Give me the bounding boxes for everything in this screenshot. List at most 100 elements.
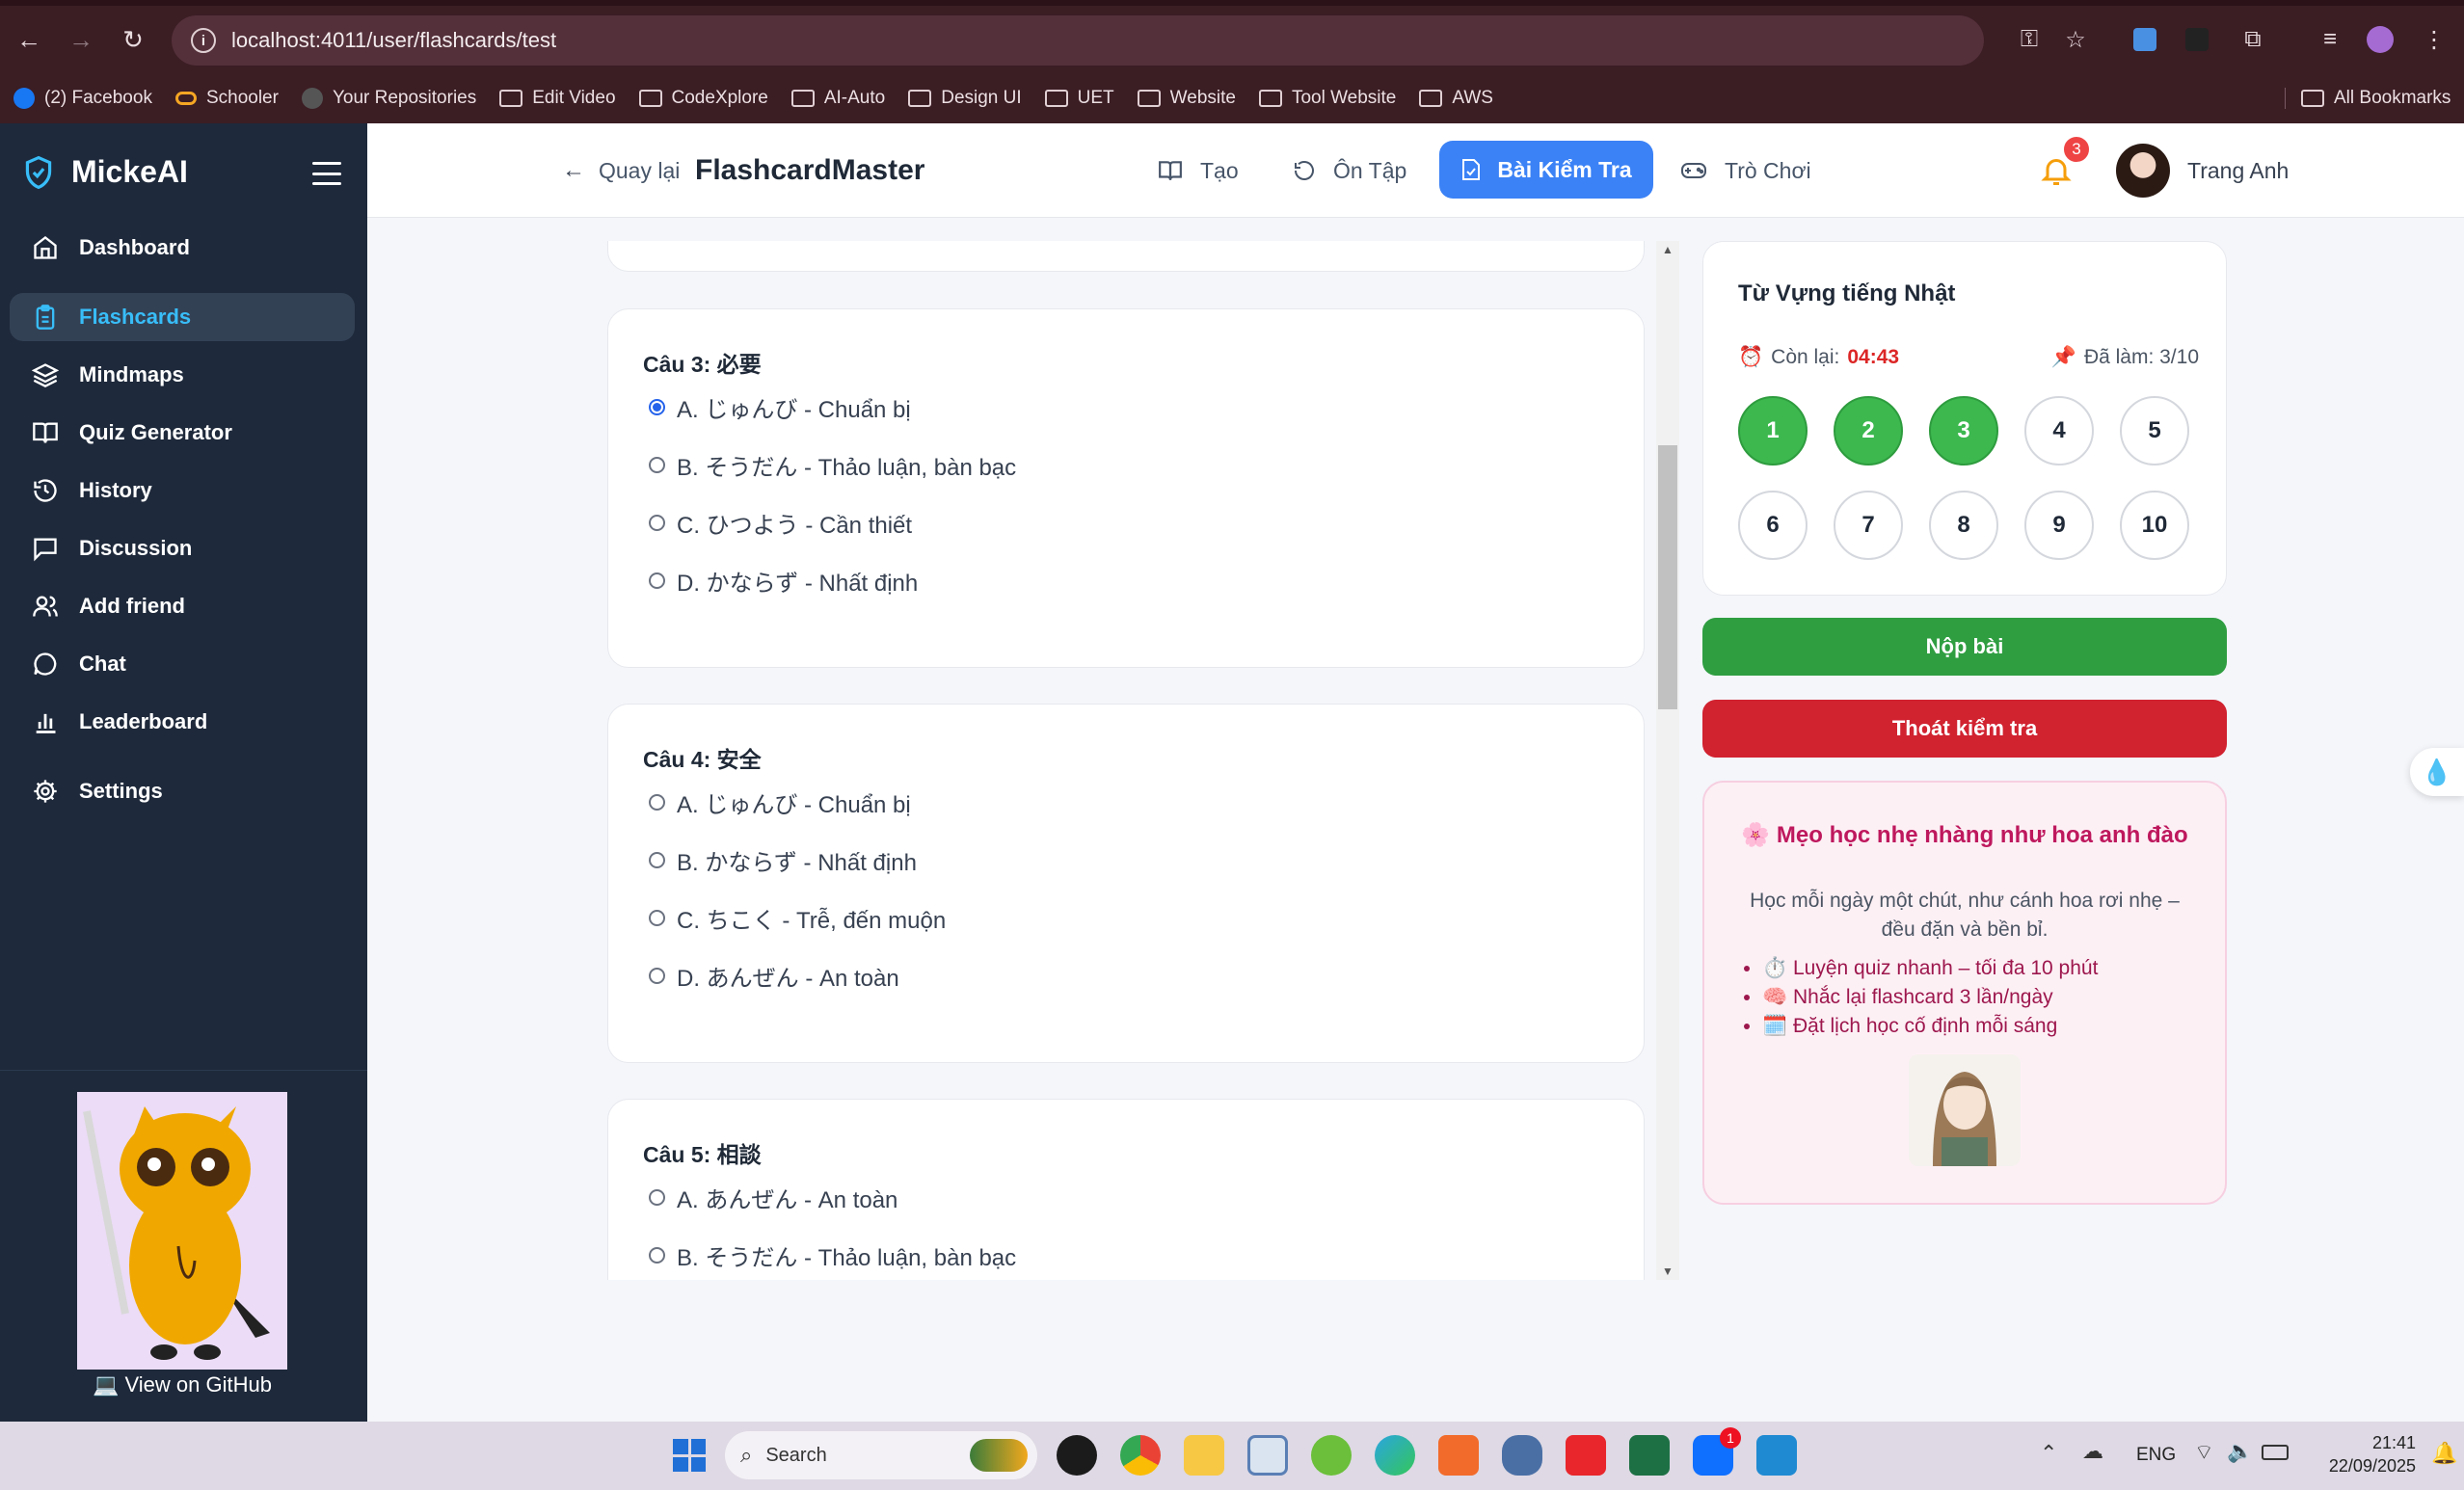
answer-option-c[interactable]: C. ちこく - Trễ, đến muộn — [649, 901, 946, 935]
app-icon[interactable] — [1311, 1435, 1352, 1476]
exit-test-button[interactable]: Thoát kiểm tra — [1702, 700, 2227, 758]
bookmark-folder[interactable]: Tool Website — [1258, 88, 1396, 109]
chevron-up-icon[interactable]: ⌃ — [2040, 1441, 2057, 1466]
sidebar-item-discussion[interactable]: Discussion — [10, 524, 355, 572]
media-control-icon[interactable]: ≡ — [2314, 23, 2346, 56]
zalo-icon[interactable]: 1 — [1693, 1427, 1741, 1476]
sidebar-item-history[interactable]: History — [10, 466, 355, 515]
answer-option-d[interactable]: D. かならず - Nhất định — [649, 564, 918, 598]
answer-option-c[interactable]: C. ひつよう - Cần thiết — [649, 506, 912, 540]
mascot-image[interactable] — [77, 1092, 287, 1370]
profile-avatar-icon[interactable] — [2364, 23, 2397, 56]
excel-icon[interactable] — [1629, 1435, 1670, 1476]
answer-option-a[interactable]: A. じゅんび - Chuẩn bị — [649, 785, 911, 819]
brand-logo[interactable]: MickeAI — [23, 154, 188, 190]
hamburger-menu-icon[interactable] — [312, 162, 341, 185]
postgres-icon[interactable] — [1502, 1435, 1542, 1476]
chrome-icon[interactable] — [1120, 1435, 1161, 1476]
sidebar-item-chat[interactable]: Chat — [10, 640, 355, 688]
bookmark-folder[interactable]: Design UI — [908, 88, 1022, 109]
vscode-icon[interactable] — [1756, 1435, 1797, 1476]
radio[interactable] — [649, 515, 665, 531]
radio-selected[interactable] — [649, 399, 665, 415]
answer-option-b[interactable]: B. そうだん - Thảo luận, bàn bạc — [649, 448, 1016, 482]
sidebar-item-mindmaps[interactable]: Mindmaps — [10, 351, 355, 399]
radio[interactable] — [649, 457, 665, 473]
radio[interactable] — [649, 794, 665, 811]
bookmark-folder[interactable]: AWS — [1419, 88, 1493, 109]
radio[interactable] — [649, 1247, 665, 1264]
github-link[interactable]: 💻 View on GitHub — [93, 1372, 272, 1397]
all-bookmarks[interactable]: All Bookmarks — [2285, 88, 2451, 109]
address-bar[interactable]: i localhost:4011/user/flashcards/test — [172, 15, 1984, 66]
sidebar-item-add-friend[interactable]: Add friend — [10, 582, 355, 630]
battery-icon[interactable] — [2262, 1445, 2289, 1460]
scrollbar-track[interactable]: ▲ ▼ — [1656, 241, 1679, 1280]
submit-button[interactable]: Nộp bài — [1702, 618, 2227, 676]
bookmark-folder[interactable]: Edit Video — [499, 88, 616, 109]
answer-option-a[interactable]: A. あんぜん - An toàn — [649, 1181, 897, 1214]
bookmark-folder[interactable]: AI-Auto — [790, 88, 885, 109]
extension-drop-icon[interactable] — [2129, 23, 2161, 56]
taskbar-search[interactable]: ⌕ Search — [725, 1431, 1037, 1479]
question-nav-2[interactable]: 2 — [1834, 396, 1903, 466]
star-icon[interactable]: ☆ — [2059, 23, 2092, 56]
key-icon[interactable]: ⚿ — [2013, 23, 2046, 56]
scrollbar-thumb[interactable] — [1658, 445, 1677, 709]
answer-option-b[interactable]: B. そうだん - Thảo luận, bàn bạc — [649, 1238, 1016, 1272]
tab-review[interactable]: Ôn Tập — [1293, 123, 1406, 218]
tab-games[interactable]: Trò Chơi — [1680, 123, 1811, 218]
file-explorer-icon[interactable] — [1184, 1435, 1224, 1476]
forward-arrow-icon[interactable]: → — [58, 16, 104, 63]
back-arrow-icon[interactable]: ← — [6, 16, 52, 63]
reload-icon[interactable]: ↻ — [110, 16, 156, 63]
question-nav-1[interactable]: 1 — [1738, 396, 1808, 466]
tab-test[interactable]: Bài Kiểm Tra — [1439, 141, 1653, 199]
clock[interactable]: 21:41 22/09/2025 — [2312, 1431, 2416, 1477]
question-nav-4[interactable]: 4 — [2024, 396, 2094, 466]
bookmark-folder[interactable]: UET — [1044, 88, 1114, 109]
bookmark-folder[interactable]: CodeXplore — [638, 88, 768, 109]
notification-center-icon[interactable]: 🔔 — [2431, 1441, 2457, 1466]
floating-assistant-button[interactable]: 💧 — [2410, 748, 2464, 796]
bookmark-facebook[interactable]: (2) Facebook — [13, 88, 152, 109]
scroll-up-arrow-icon[interactable]: ▲ — [1662, 243, 1674, 256]
windows-start-icon[interactable] — [669, 1435, 710, 1476]
answer-option-b[interactable]: B. かならず - Nhất định — [649, 843, 917, 877]
question-nav-6[interactable]: 6 — [1738, 491, 1808, 560]
sidebar-item-dashboard[interactable]: Dashboard — [10, 224, 355, 272]
question-nav-10[interactable]: 10 — [2120, 491, 2189, 560]
xampp-icon[interactable] — [1438, 1435, 1479, 1476]
user-menu[interactable]: Trang Anh — [2116, 123, 2289, 218]
radio[interactable] — [649, 572, 665, 589]
notifications-button[interactable]: 3 — [2039, 123, 2091, 218]
wifi-icon[interactable]: ⌔ — [2194, 1439, 2214, 1466]
tab-create[interactable]: Tạo — [1158, 123, 1239, 218]
bookmark-schooler[interactable]: Schooler — [174, 88, 279, 109]
bookmark-repositories[interactable]: Your Repositories — [301, 88, 476, 109]
menu-kebab-icon[interactable]: ⋮ — [2418, 23, 2451, 56]
radio[interactable] — [649, 968, 665, 984]
radio[interactable] — [649, 910, 665, 926]
question-nav-7[interactable]: 7 — [1834, 491, 1903, 560]
puzzle-icon[interactable]: ⧉ — [2236, 23, 2269, 56]
sidebar-item-flashcards[interactable]: Flashcards — [10, 293, 355, 341]
answer-option-a[interactable]: A. じゅんび - Chuẩn bị — [649, 390, 911, 424]
wps-icon[interactable] — [1566, 1435, 1606, 1476]
volume-icon[interactable]: 🔈 — [2227, 1439, 2253, 1464]
answer-option-d[interactable]: D. あんぜん - An toàn — [649, 959, 899, 993]
store-icon[interactable] — [1247, 1435, 1288, 1476]
app-icon[interactable] — [1057, 1435, 1097, 1476]
sidebar-item-quiz-generator[interactable]: Quiz Generator — [10, 409, 355, 457]
radio[interactable] — [649, 1189, 665, 1206]
question-nav-5[interactable]: 5 — [2120, 396, 2189, 466]
language-indicator[interactable]: ENG — [2136, 1445, 2176, 1466]
question-nav-3[interactable]: 3 — [1929, 396, 1998, 466]
bookmark-folder[interactable]: Website — [1137, 88, 1236, 109]
radio[interactable] — [649, 852, 665, 868]
sidebar-item-leaderboard[interactable]: Leaderboard — [10, 698, 355, 746]
question-list[interactable]: Câu 3: 必要 A. じゅんび - Chuẩn bị B. そうだん - T… — [607, 241, 1668, 1280]
back-button[interactable]: ← Quay lại — [562, 123, 680, 218]
edge-icon[interactable] — [1375, 1435, 1415, 1476]
cloud-icon[interactable]: ☁ — [2082, 1439, 2103, 1464]
